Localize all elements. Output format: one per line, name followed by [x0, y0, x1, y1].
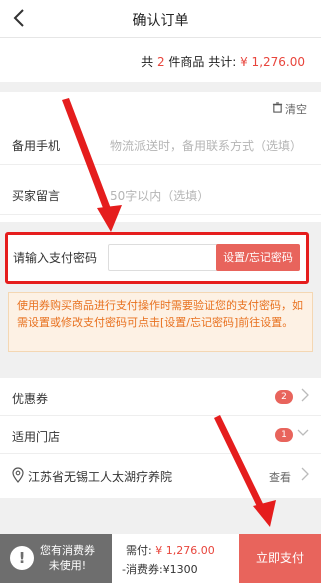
- chevron-right-icon: [301, 388, 309, 406]
- footer-bar: ! 您有消费券 未使用! 需付: ¥ 1,276.00 -消费券:¥1300 立…: [0, 534, 321, 583]
- item-count: 2: [156, 55, 165, 69]
- set-password-button[interactable]: 设置/忘记密码: [216, 244, 300, 271]
- coupon-row[interactable]: 优惠券 2: [0, 378, 321, 416]
- store-name: 江苏省无锡工人太湖疗养院: [28, 470, 173, 484]
- warn-line2: 未使用!: [48, 559, 87, 572]
- buyer-message-label: 买家留言: [12, 189, 61, 203]
- backup-phone-row: 备用手机 物流派送时，备用联系方式（选填）: [0, 125, 321, 165]
- store-label: 适用门店: [12, 430, 61, 444]
- view-store-link[interactable]: 查看: [269, 469, 291, 485]
- payment-password-row: 请输入支付密码 设置/忘记密码: [5, 232, 309, 284]
- pay-now-button[interactable]: 立即支付: [239, 534, 321, 583]
- coupon-label: 优惠券: [12, 392, 49, 406]
- payment-password-label: 请输入支付密码: [13, 251, 98, 265]
- buyer-message-row: 买家留言 50字以内（选填）: [0, 175, 321, 215]
- location-pin-icon: [12, 467, 24, 483]
- coupon-count-badge: 2: [275, 390, 293, 404]
- exclamation-icon: !: [10, 546, 34, 570]
- store-row[interactable]: 适用门店 1: [0, 416, 321, 454]
- clear-label: 清空: [285, 103, 307, 116]
- buyer-message-input[interactable]: 50字以内（选填）: [110, 187, 209, 204]
- header: 确认订单: [0, 0, 321, 38]
- store-item[interactable]: 江苏省无锡工人太湖疗养院 查看: [0, 454, 321, 498]
- notice-box: 使用券购买商品进行支付操作时需要验证您的支付密码，如需设置或修改支付密码可点击[…: [8, 292, 313, 352]
- options-list: 优惠券 2 适用门店 1 江苏省无锡工人太湖疗养院 查看: [0, 378, 321, 498]
- summary-prefix: 共: [141, 55, 154, 69]
- chevron-down-icon: [297, 426, 309, 444]
- backup-phone-input[interactable]: 物流派送时，备用联系方式（选填）: [110, 137, 302, 154]
- summary-total: ¥ 1,276.00: [240, 55, 305, 69]
- order-summary: 共 2 件商品 共计: ¥ 1,276.00: [0, 38, 321, 82]
- clear-button[interactable]: 清空: [272, 101, 307, 117]
- chevron-right-icon: [301, 467, 309, 485]
- coupon-deduction-amount: ¥1300: [162, 563, 198, 576]
- coupon-deduction-label: -消费券:: [122, 563, 163, 576]
- backup-phone-label: 备用手机: [12, 139, 61, 153]
- trash-icon: [272, 102, 283, 116]
- order-form: 清空 备用手机 物流派送时，备用联系方式（选填） 买家留言 50字以内（选填）: [0, 92, 321, 222]
- pay-amount: ¥ 1,276.00: [155, 544, 215, 557]
- unused-coupon-warning[interactable]: ! 您有消费券 未使用!: [0, 534, 112, 583]
- warn-line1: 您有消费券: [40, 544, 95, 557]
- payment-password-input[interactable]: [108, 244, 220, 271]
- summary-mid: 件商品 共计:: [168, 55, 237, 69]
- pay-label: 需付:: [126, 544, 152, 557]
- page-title: 确认订单: [132, 13, 189, 29]
- payment-summary: 需付: ¥ 1,276.00 -消费券:¥1300: [112, 534, 239, 583]
- store-count-badge: 1: [275, 428, 293, 442]
